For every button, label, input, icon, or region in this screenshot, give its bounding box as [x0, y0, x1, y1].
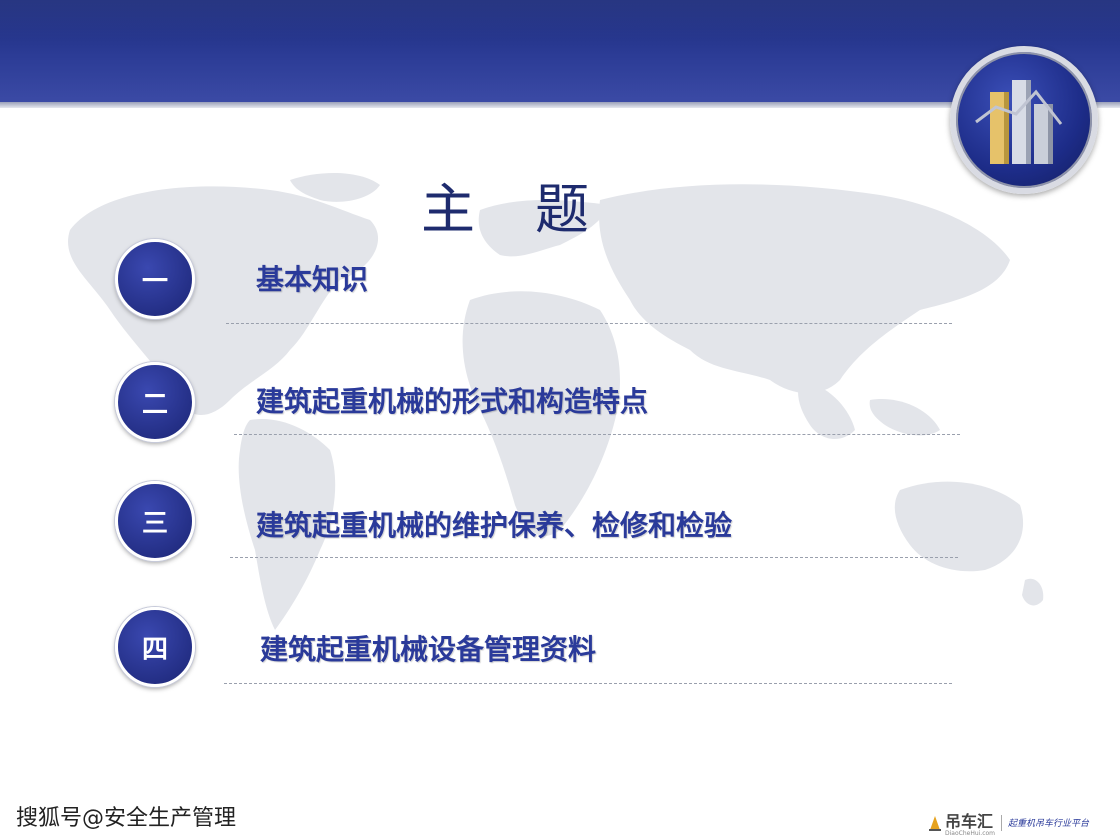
list-item: 四 建筑起重机械设备管理资料 — [0, 606, 1120, 726]
brand-logo-icon — [929, 815, 941, 831]
divider — [230, 557, 958, 558]
page-title: 主题 — [421, 178, 649, 241]
divider — [234, 434, 960, 435]
divider — [224, 683, 952, 684]
item-label: 建筑起重机械设备管理资料 — [260, 633, 597, 666]
item-label: 基本知识 — [256, 263, 369, 296]
brand-separator — [1001, 814, 1003, 831]
header-sheen — [0, 0, 1120, 40]
item-number-badge: 三 — [115, 481, 195, 561]
divider — [226, 323, 952, 324]
brand-name: 吊车汇 — [945, 812, 994, 831]
item-number-badge: 一 — [115, 239, 195, 319]
brand-domain: DiaoCheHui.com — [945, 830, 996, 837]
list-item: 二 建筑起重机械的形式和构造特点 — [0, 359, 1120, 479]
item-number-badge: 四 — [115, 607, 195, 687]
brand-footer: 吊车汇 DiaoCheHui.com 起重机吊车行业平台 — [928, 808, 1089, 837]
list-item: 一 基本知识 — [0, 236, 1120, 356]
list-item: 三 建筑起重机械的维护保养、检修和检验 — [0, 481, 1120, 601]
item-label: 建筑起重机械的形式和构造特点 — [256, 385, 649, 418]
watermark-text: 搜狐号@安全生产管理 — [16, 806, 237, 831]
item-label: 建筑起重机械的维护保养、检修和检验 — [256, 509, 733, 542]
brand-tagline: 起重机吊车行业平台 — [1008, 819, 1090, 829]
header-band — [0, 0, 1120, 108]
item-number-badge: 二 — [115, 362, 195, 442]
